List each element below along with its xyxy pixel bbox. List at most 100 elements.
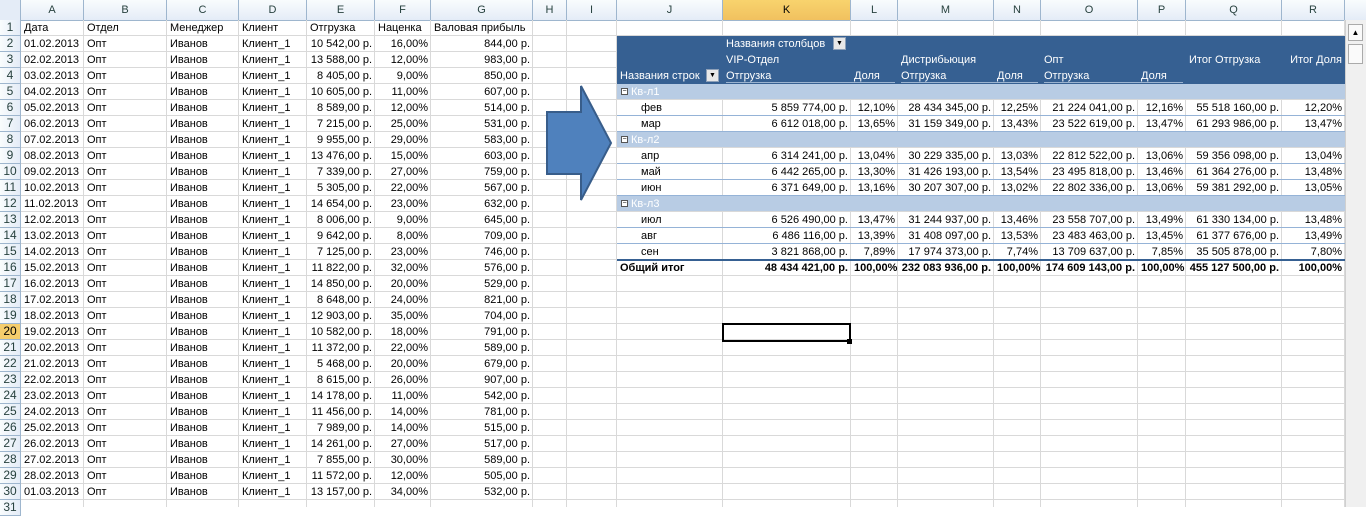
table-cell[interactable]: Клиент_1 [239, 36, 307, 52]
table-cell[interactable]: Опт [84, 468, 167, 484]
pivot-value-cell[interactable]: 59 381 292,00 р. [1186, 180, 1282, 196]
total-shipment-header[interactable]: Итог Отгрузка [1186, 52, 1282, 68]
fill-handle[interactable] [847, 339, 852, 344]
table-cell[interactable]: Клиент_1 [239, 228, 307, 244]
table-cell[interactable]: Клиент_1 [239, 420, 307, 436]
row-header-5[interactable]: 5 [0, 84, 21, 100]
table-cell[interactable]: Иванов [167, 324, 239, 340]
pivot-value-cell[interactable]: 13,46% [994, 212, 1041, 228]
pivot-value-cell[interactable]: 13,04% [851, 148, 898, 164]
dept-header-wholesale[interactable]: Опт [1041, 52, 1161, 68]
table-cell[interactable]: 10.02.2013 [21, 180, 84, 196]
table-cell[interactable]: 576,00 р. [431, 260, 533, 276]
table-cell[interactable]: 529,00 р. [431, 276, 533, 292]
table-cell[interactable]: Опт [84, 292, 167, 308]
table-cell[interactable]: 10 582,00 р. [307, 324, 375, 340]
grand-total-label[interactable]: Общий итог [617, 260, 723, 276]
pivot-value-cell[interactable]: 31 159 349,00 р. [898, 116, 994, 132]
pivot-row-label[interactable]: июн [617, 180, 723, 196]
table-cell[interactable]: Опт [84, 276, 167, 292]
pivot-value-cell[interactable]: 6 371 649,00 р. [723, 180, 851, 196]
table-cell[interactable]: 04.02.2013 [21, 84, 84, 100]
pivot-value-cell[interactable]: 13,48% [1282, 212, 1345, 228]
table-cell[interactable]: 15.02.2013 [21, 260, 84, 276]
table-cell[interactable]: 8,00% [375, 228, 431, 244]
table-cell[interactable]: 11,00% [375, 84, 431, 100]
table-cell[interactable]: 9 955,00 р. [307, 132, 375, 148]
table-cell[interactable]: Опт [84, 148, 167, 164]
row-header-23[interactable]: 23 [0, 372, 21, 388]
table-cell[interactable]: Опт [84, 308, 167, 324]
row-header-20[interactable]: 20 [0, 324, 21, 340]
table-cell[interactable]: 34,00% [375, 484, 431, 500]
table-cell[interactable]: Опт [84, 52, 167, 68]
pivot-value-cell[interactable]: 22 802 336,00 р. [1041, 180, 1138, 196]
row-header-19[interactable]: 19 [0, 308, 21, 324]
row-header-1[interactable]: 1 [0, 20, 21, 36]
table-cell[interactable]: Иванов [167, 36, 239, 52]
table-cell[interactable]: Опт [84, 484, 167, 500]
table-cell[interactable]: 35,00% [375, 308, 431, 324]
table-cell[interactable]: 29,00% [375, 132, 431, 148]
column-header-P[interactable]: P [1138, 0, 1186, 20]
table-cell[interactable]: 781,00 р. [431, 404, 533, 420]
table-cell[interactable]: 30,00% [375, 452, 431, 468]
table-cell[interactable]: 7 989,00 р. [307, 420, 375, 436]
table-cell[interactable]: 21.02.2013 [21, 356, 84, 372]
grand-total-cell[interactable]: 100,00% [1282, 260, 1345, 276]
table-cell[interactable]: 505,00 р. [431, 468, 533, 484]
pivot-value-cell[interactable]: 61 330 134,00 р. [1186, 212, 1282, 228]
table-cell[interactable]: 16.02.2013 [21, 276, 84, 292]
table-cell[interactable]: Иванов [167, 180, 239, 196]
row-header-18[interactable]: 18 [0, 292, 21, 308]
pivot-value-cell[interactable]: 13,53% [994, 228, 1041, 244]
row-header-31[interactable]: 31 [0, 500, 21, 516]
table-cell[interactable]: 22,00% [375, 180, 431, 196]
table-cell[interactable]: 14,00% [375, 404, 431, 420]
pivot-row-label[interactable]: авг [617, 228, 723, 244]
row-header-15[interactable]: 15 [0, 244, 21, 260]
row-header-25[interactable]: 25 [0, 404, 21, 420]
row-labels-dropdown-icon[interactable]: ▼ [706, 69, 719, 82]
table-cell[interactable]: 12 903,00 р. [307, 308, 375, 324]
table-cell[interactable]: 583,00 р. [431, 132, 533, 148]
column-header-E[interactable]: E [307, 0, 375, 20]
pivot-value-cell[interactable]: 3 821 868,00 р. [723, 244, 851, 260]
pivot-value-cell[interactable]: 6 442 265,00 р. [723, 164, 851, 180]
table-cell[interactable]: 03.02.2013 [21, 68, 84, 84]
pivot-value-cell[interactable]: 30 207 307,00 р. [898, 180, 994, 196]
pivot-value-cell[interactable]: 23 558 707,00 р. [1041, 212, 1138, 228]
pivot-value-cell[interactable]: 23 522 619,00 р. [1041, 116, 1138, 132]
table-cell[interactable]: Клиент_1 [239, 484, 307, 500]
table-cell[interactable]: 514,00 р. [431, 100, 533, 116]
row-header-3[interactable]: 3 [0, 52, 21, 68]
table-cell[interactable]: Клиент_1 [239, 404, 307, 420]
pivot-value-cell[interactable]: 13,46% [1138, 164, 1186, 180]
column-header-A[interactable]: A [21, 0, 84, 20]
table-cell[interactable]: 645,00 р. [431, 212, 533, 228]
measure-share-wholesale[interactable]: Доля [1138, 68, 1186, 84]
grand-total-cell[interactable]: 174 609 143,00 р. [1041, 260, 1138, 276]
pivot-row-label[interactable]: сен [617, 244, 723, 260]
table-cell[interactable]: Опт [84, 68, 167, 84]
right-arrow-shape[interactable] [545, 84, 615, 202]
table-cell[interactable]: Опт [84, 244, 167, 260]
row-header-6[interactable]: 6 [0, 100, 21, 116]
table-cell[interactable]: 9 642,00 р. [307, 228, 375, 244]
table-cell[interactable]: 983,00 р. [431, 52, 533, 68]
table-cell[interactable]: Опт [84, 260, 167, 276]
header-cell[interactable]: Валовая прибыль [431, 20, 533, 36]
pivot-value-cell[interactable]: 23 495 818,00 р. [1041, 164, 1138, 180]
column-header-O[interactable]: O [1041, 0, 1138, 20]
row-header-2[interactable]: 2 [0, 36, 21, 52]
column-header-Q[interactable]: Q [1186, 0, 1282, 20]
table-cell[interactable]: Клиент_1 [239, 164, 307, 180]
row-header-13[interactable]: 13 [0, 212, 21, 228]
table-cell[interactable]: Опт [84, 164, 167, 180]
pivot-value-cell[interactable]: 12,10% [851, 100, 898, 116]
table-cell[interactable]: 14,00% [375, 420, 431, 436]
dept-header-vip[interactable]: VIP-Отдел [723, 52, 843, 68]
pivot-value-cell[interactable]: 13,47% [851, 212, 898, 228]
pivot-group-label[interactable]: Кв-л2 [617, 132, 723, 148]
table-cell[interactable]: Клиент_1 [239, 84, 307, 100]
